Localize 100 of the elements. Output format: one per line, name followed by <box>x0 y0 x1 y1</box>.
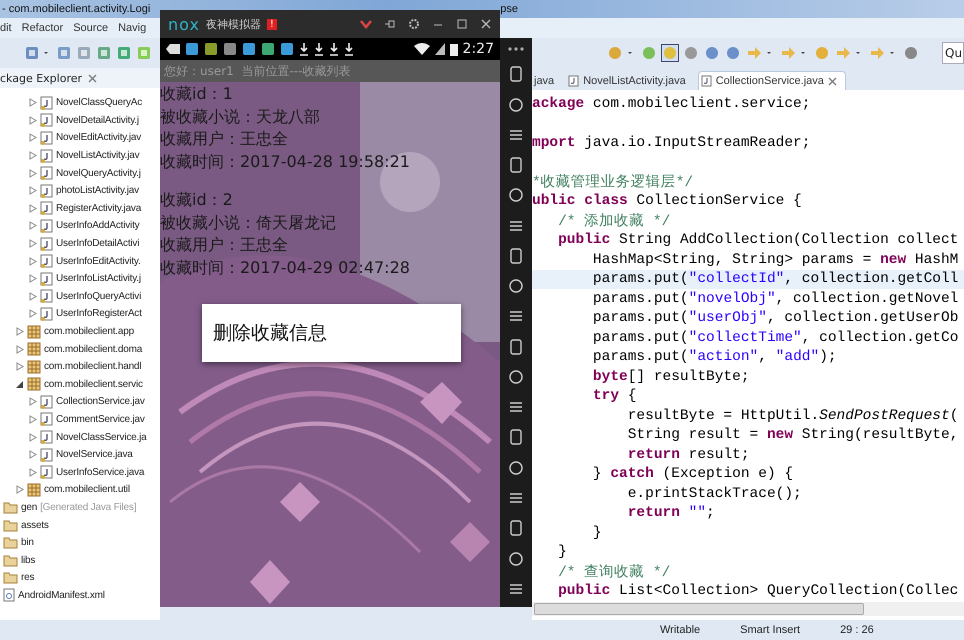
pin-icon[interactable] <box>384 18 396 30</box>
collapsed-arrow-icon[interactable] <box>29 204 37 213</box>
collapsed-arrow-icon[interactable] <box>16 362 24 372</box>
close-icon[interactable] <box>88 74 98 82</box>
tree-item[interactable]: com.mobileclient.app <box>44 326 134 338</box>
collapsed-arrow-icon[interactable] <box>29 292 37 301</box>
collapsed-arrow-icon[interactable] <box>29 116 37 125</box>
tree-item[interactable]: UserInfoDetailActivi <box>56 238 140 250</box>
tree-item[interactable]: NovelClassQueryAc <box>56 97 142 108</box>
java-file-icon <box>40 236 53 251</box>
menu-item[interactable]: Navig <box>118 22 146 34</box>
scroll-thumb[interactable] <box>534 603 864 615</box>
tree-item[interactable]: UserInfoService.java <box>56 466 144 478</box>
collapsed-arrow-icon[interactable] <box>29 468 37 477</box>
java-file-icon <box>700 75 712 87</box>
collapsed-arrow-icon[interactable] <box>16 485 24 494</box>
tree-item[interactable]: com.mobileclient.servic <box>44 378 143 390</box>
java-file-icon <box>40 184 53 198</box>
collapsed-arrow-icon[interactable] <box>29 133 37 142</box>
code-line: String result = new String(resultByte, <box>626 427 958 444</box>
close-icon[interactable] <box>828 76 837 86</box>
java-file-icon <box>40 166 53 180</box>
java-file-icon <box>40 130 53 145</box>
menu-item[interactable]: dit <box>0 22 12 34</box>
tree-item[interactable]: AndroidManifest.xml <box>18 590 105 601</box>
tree-item[interactable]: com.mobileclient.handl <box>44 361 142 372</box>
tree-item[interactable]: libs <box>21 554 36 566</box>
tree-item[interactable]: UserInfoQueryActivi <box>56 290 142 302</box>
chevron-down-icon[interactable] <box>360 19 372 29</box>
menu-item[interactable]: Source <box>73 22 108 34</box>
status-field: Smart Insert <box>740 624 800 636</box>
more-icon[interactable] <box>508 46 524 52</box>
collapsed-arrow-icon[interactable] <box>29 450 37 460</box>
collapsed-arrow-icon[interactable] <box>29 432 37 442</box>
tree-item[interactable]: assets <box>21 520 49 531</box>
package-icon <box>27 324 41 339</box>
tree-item[interactable]: NovelDetailActivity.j <box>56 114 139 126</box>
tree-item[interactable]: UserInfoAddActivity <box>56 220 140 232</box>
tree-item[interactable]: CollectionService.jav <box>56 396 145 408</box>
tree-item[interactable]: RegisterActivity.java <box>56 202 142 214</box>
alert-badge: ! <box>266 18 277 30</box>
code-line: } <box>557 544 567 560</box>
package-icon <box>27 360 41 374</box>
code-line: params.put("action", "add"); <box>592 349 837 366</box>
folder-icon <box>3 554 18 567</box>
maximize-icon[interactable] <box>456 18 468 30</box>
settings-icon[interactable] <box>408 18 420 30</box>
collapsed-arrow-icon[interactable] <box>29 186 37 196</box>
collapsed-arrow-icon[interactable] <box>16 344 24 354</box>
java-file-icon <box>40 430 53 444</box>
app-notification-icon <box>242 42 256 56</box>
collapsed-arrow-icon[interactable] <box>29 239 37 248</box>
xml-file-icon <box>3 588 15 602</box>
close-icon[interactable] <box>480 18 492 30</box>
collapsed-arrow-icon[interactable] <box>29 256 37 266</box>
java-file-icon <box>40 148 53 163</box>
tree-item[interactable]: res <box>21 572 34 584</box>
collapsed-arrow-icon[interactable] <box>29 151 37 160</box>
tree-item[interactable]: NovelEditActivity.jav <box>56 132 142 144</box>
code-line: } catch (Exception e) { <box>592 466 794 482</box>
quick-access-field[interactable]: Qu <box>942 42 964 64</box>
tree-item[interactable]: UserInfoEditActivity. <box>56 256 141 267</box>
java-file-icon <box>40 289 53 304</box>
view-tab[interactable]: ckage Explorer <box>0 68 160 88</box>
collapsed-arrow-icon[interactable] <box>29 397 37 406</box>
menu-item[interactable]: Refactor <box>22 22 64 34</box>
editor-tab[interactable]: CollectionService.java <box>698 71 846 90</box>
collapsed-arrow-icon[interactable] <box>29 274 37 284</box>
app-notification-icon <box>223 42 237 56</box>
record-field: 收藏用户：王忠全 <box>160 235 500 258</box>
editor-tab[interactable]: java <box>532 72 562 90</box>
collapsed-arrow-icon[interactable] <box>29 168 37 178</box>
tree-item[interactable]: NovelClassService.ja <box>56 432 146 443</box>
tree-item[interactable]: bin <box>21 537 34 548</box>
app-logo: nox <box>168 14 200 34</box>
code-line: HashMap<String, String> params = new HashM <box>592 252 958 268</box>
collapsed-arrow-icon[interactable] <box>16 327 24 336</box>
tree-item[interactable]: gen <box>21 502 38 513</box>
collapsed-arrow-icon[interactable] <box>29 221 37 230</box>
code-line: resultByte = HttpUtil.SendPostRequest( <box>626 408 958 424</box>
tree-item[interactable]: NovelListActivity.jav <box>56 150 140 162</box>
collapsed-arrow-icon[interactable] <box>29 309 37 318</box>
window-title: pse <box>500 3 518 15</box>
tree-item[interactable]: NovelService.java <box>56 449 133 460</box>
tree-item[interactable]: CommentService.jav <box>56 414 145 425</box>
tree-item[interactable]: UserInfoListActivity.j <box>56 273 141 284</box>
tree-item[interactable]: NovelQueryActivity.j <box>56 168 141 179</box>
collapsed-arrow-icon[interactable] <box>29 98 37 108</box>
tree-item[interactable]: com.mobileclient.util <box>44 484 130 496</box>
tree-item[interactable]: UserInfoRegisterAct <box>56 308 142 320</box>
horizontal-scrollbar[interactable] <box>532 602 964 616</box>
editor-tab[interactable]: NovelListActivity.java <box>566 72 694 90</box>
tree-item-note: [Generated Java Files] <box>40 502 136 513</box>
menu-item[interactable]: 删除收藏信息 <box>213 320 327 346</box>
expanded-arrow-icon[interactable] <box>16 380 24 389</box>
collapsed-arrow-icon[interactable] <box>29 414 37 424</box>
tree-item[interactable]: photoListActivity.jav <box>56 185 139 196</box>
tree-item[interactable]: com.mobileclient.doma <box>44 344 142 355</box>
emulator-title: 夜神模拟器 <box>206 16 261 32</box>
package-icon <box>27 342 41 356</box>
